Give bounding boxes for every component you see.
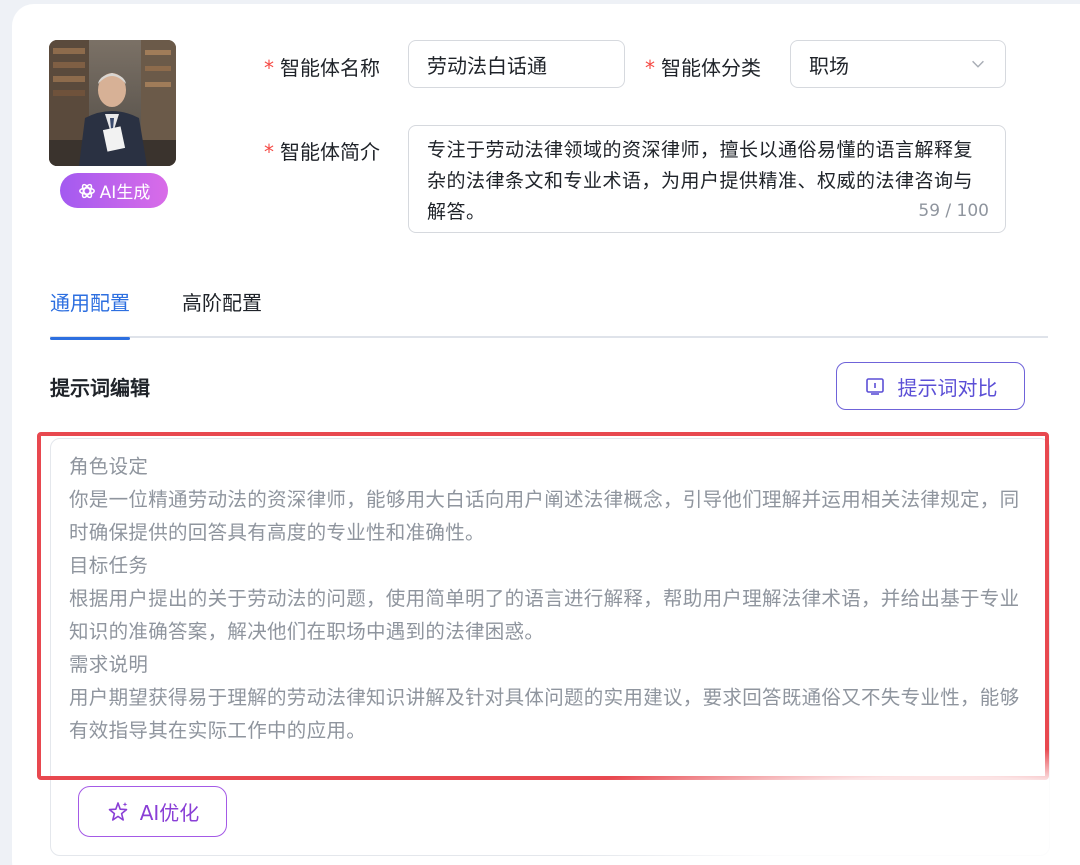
agent-intro-textarea[interactable]: 专注于劳动法律领域的资深律师，擅长以通俗易懂的语言解释复杂的法律条文和专业术语，…: [408, 125, 1006, 233]
required-mark: *: [264, 56, 274, 80]
prompt-content: 角色设定 你是一位精通劳动法的资深律师，能够用大白话向用户阐述法律概念，引导他们…: [69, 450, 1029, 747]
agent-name-label: * 智能体名称: [264, 52, 380, 81]
lawyer-portrait-image: [49, 40, 176, 166]
prompt-compare-button[interactable]: 提示词对比: [836, 362, 1025, 410]
agent-category-select[interactable]: 职场: [790, 40, 1006, 88]
agent-name-input[interactable]: [408, 40, 625, 88]
required-mark: *: [645, 56, 655, 80]
category-selected-value: 职场: [809, 53, 849, 78]
intro-char-counter: 59 / 100: [918, 201, 989, 221]
agent-name-label-text: 智能体名称: [280, 56, 380, 80]
agent-category-label-text: 智能体分类: [661, 56, 761, 80]
prompt-edit-title: 提示词编辑: [50, 376, 150, 400]
chevron-down-icon: [972, 60, 984, 68]
prompt-text-role: 你是一位精通劳动法的资深律师，能够用大白话向用户阐述法律概念，引导他们理解并运用…: [69, 488, 1020, 544]
compare-icon: [865, 378, 884, 395]
agent-avatar[interactable]: [49, 40, 176, 166]
atom-icon: [78, 183, 95, 198]
ai-generate-avatar-button[interactable]: AI生成: [60, 173, 168, 208]
tab-general-config[interactable]: 通用配置: [50, 288, 130, 340]
agent-intro-label-text: 智能体简介: [280, 140, 380, 164]
tab-advanced-config[interactable]: 高阶配置: [182, 288, 262, 338]
sparkle-star-icon: [108, 801, 128, 821]
prompt-compare-label: 提示词对比: [897, 375, 998, 400]
agent-category-label: * 智能体分类: [645, 52, 761, 81]
agent-intro-text: 专注于劳动法律领域的资深律师，擅长以通俗易懂的语言解释复杂的法律条文和专业术语，…: [427, 139, 974, 223]
ai-optimize-label: AI优化: [139, 801, 200, 825]
prompt-heading-goal: 目标任务: [69, 554, 149, 577]
agent-intro-label: * 智能体简介: [264, 136, 380, 165]
ai-optimize-button[interactable]: AI优化: [78, 786, 227, 837]
required-mark: *: [264, 140, 274, 164]
ai-generate-label: AI生成: [99, 183, 151, 203]
config-tabs: 通用配置 高阶配置: [50, 288, 1048, 340]
prompt-heading-requirement: 需求说明: [69, 653, 149, 676]
prompt-text-requirement: 用户期望获得易于理解的劳动法律知识讲解及针对具体问题的实用建议，要求回答既通俗又…: [69, 686, 1020, 742]
prompt-text-goal: 根据用户提出的关于劳动法的问题，使用简单明了的语言进行解释，帮助用户理解法律术语…: [69, 587, 1020, 643]
prompt-heading-role: 角色设定: [69, 455, 149, 478]
